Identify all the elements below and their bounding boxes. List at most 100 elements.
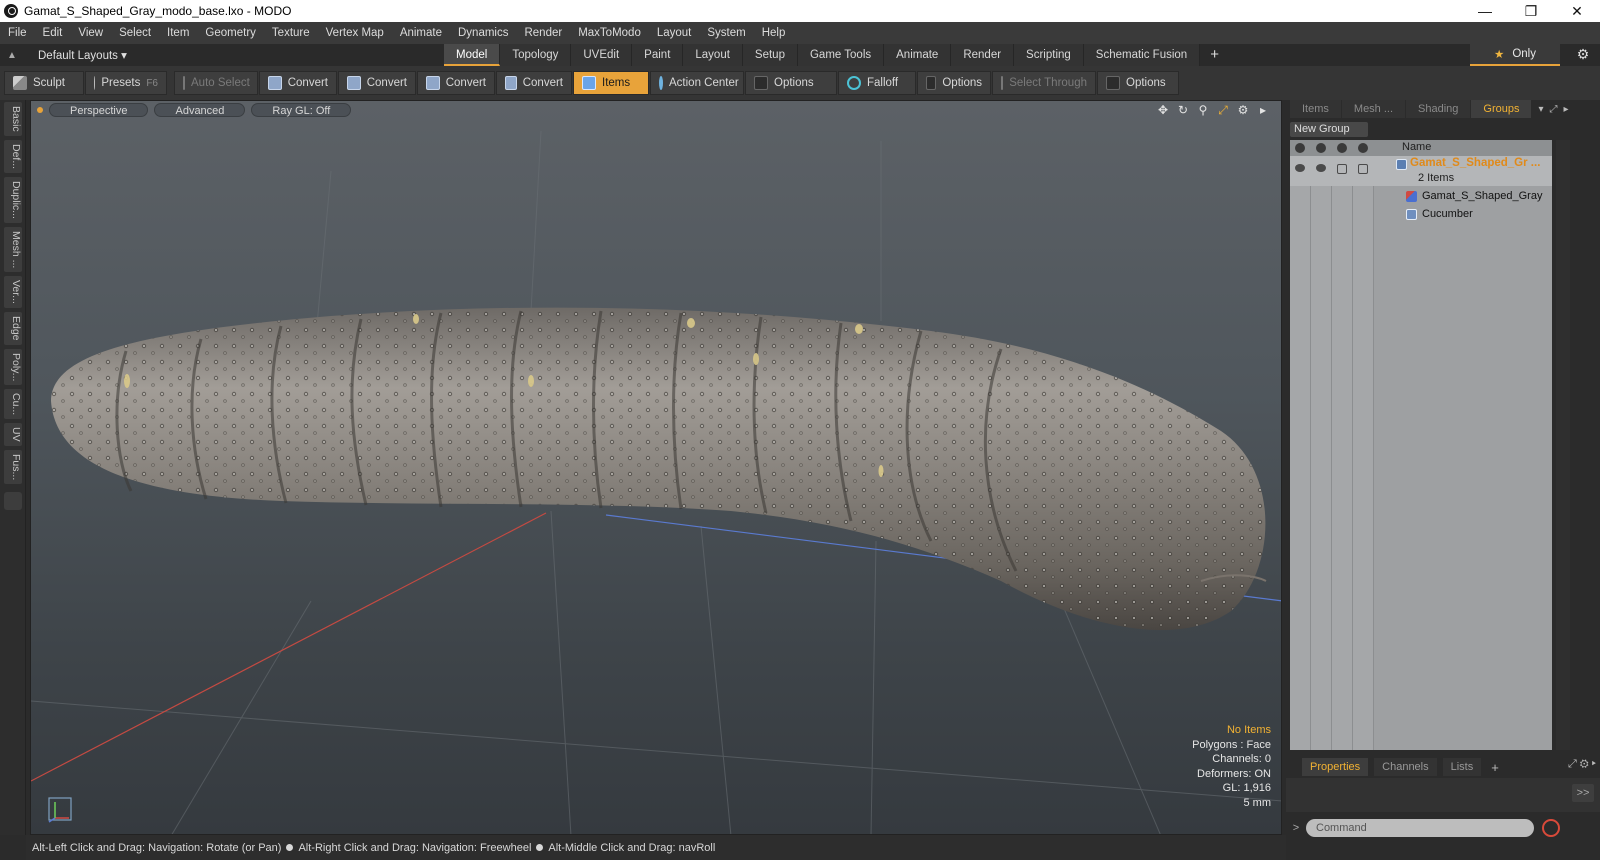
- tab-scripting[interactable]: Scripting: [1014, 44, 1084, 66]
- viewport-expand-icon[interactable]: ▸: [1255, 102, 1271, 118]
- lock-toggle-icon[interactable]: [1337, 164, 1347, 174]
- convert-materials-button[interactable]: Convert: [496, 71, 572, 95]
- menu-animate[interactable]: Animate: [392, 22, 450, 44]
- rotate-icon[interactable]: ↻: [1175, 102, 1191, 118]
- presets-button[interactable]: Presets F6: [85, 71, 167, 95]
- 3d-viewport[interactable]: Perspective Advanced Ray GL: Off ✥ ↻ ⚲ ⤢…: [30, 100, 1282, 835]
- menu-geometry[interactable]: Geometry: [197, 22, 264, 44]
- tab-game-tools[interactable]: Game Tools: [797, 44, 885, 66]
- add-tab-icon[interactable]: +: [1491, 760, 1499, 775]
- menu-file[interactable]: File: [0, 22, 35, 44]
- menu-vertex-map[interactable]: Vertex Map: [318, 22, 392, 44]
- layout-toggle-icon[interactable]: ▲: [0, 44, 24, 66]
- action-center-button[interactable]: Action Center: [650, 71, 744, 95]
- add-tab-icon[interactable]: +: [1200, 44, 1229, 66]
- render-column-icon[interactable]: [1316, 143, 1326, 153]
- menu-view[interactable]: View: [70, 22, 111, 44]
- menu-dynamics[interactable]: Dynamics: [450, 22, 516, 44]
- tab-schematic-fusion[interactable]: Schematic Fusion: [1083, 44, 1201, 66]
- gear-icon[interactable]: ⚙: [1574, 46, 1592, 64]
- menu-system[interactable]: System: [699, 22, 753, 44]
- vtab-deform[interactable]: Def...: [4, 139, 22, 173]
- panel-dropdown-icon[interactable]: ▾: [1538, 104, 1543, 115]
- falloff-options-button[interactable]: Options: [917, 71, 991, 95]
- raygl-dropdown[interactable]: Ray GL: Off: [251, 103, 352, 117]
- tab-shading[interactable]: Shading: [1406, 100, 1471, 118]
- select-through-options-button[interactable]: Options: [1097, 71, 1179, 95]
- convert-vertices-button[interactable]: Convert: [259, 71, 337, 95]
- sea-cucumber-mesh[interactable]: [51, 307, 1267, 631]
- record-macro-icon[interactable]: [1542, 819, 1560, 837]
- menu-render[interactable]: Render: [516, 22, 570, 44]
- visibility-eye-icon[interactable]: [1295, 164, 1305, 172]
- tab-layout[interactable]: Layout: [683, 44, 743, 66]
- vtab-edge[interactable]: Edge: [4, 312, 22, 345]
- visibility-column-icon[interactable]: [1295, 143, 1305, 153]
- tab-items[interactable]: Items: [1290, 100, 1341, 118]
- tab-setup[interactable]: Setup: [742, 44, 798, 66]
- tab-groups[interactable]: Groups: [1471, 100, 1532, 118]
- pan-icon[interactable]: ✥: [1155, 102, 1171, 118]
- group-child-row[interactable]: Gamat_S_Shaped_Gray: [1290, 188, 1552, 206]
- sculpt-button[interactable]: Sculpt: [4, 71, 84, 95]
- panel-maximize-icon[interactable]: ⤢: [1550, 104, 1558, 115]
- vtab-vertex[interactable]: Ver...: [4, 276, 22, 309]
- select-column-icon[interactable]: [1358, 143, 1368, 153]
- vtab-mesh[interactable]: Mesh ...: [4, 226, 22, 273]
- viewport-settings-icon[interactable]: ⚙: [1235, 102, 1251, 118]
- shading-dropdown[interactable]: Advanced: [154, 103, 246, 117]
- select-toggle-icon[interactable]: [1358, 164, 1368, 174]
- tab-render[interactable]: Render: [951, 44, 1015, 66]
- tab-channels[interactable]: Channels: [1374, 758, 1437, 776]
- auto-select-button[interactable]: Auto Select: [174, 71, 258, 95]
- action-center-options-button[interactable]: Options: [745, 71, 837, 95]
- panel-arrow-icon[interactable]: ▸: [1564, 104, 1569, 115]
- vtab-uv[interactable]: UV: [4, 423, 22, 446]
- tab-paint[interactable]: Paint: [632, 44, 684, 66]
- vtab-curve[interactable]: Cu...: [4, 388, 22, 420]
- lock-column-icon[interactable]: [1337, 143, 1347, 153]
- menu-item[interactable]: Item: [159, 22, 197, 44]
- command-input[interactable]: Command: [1306, 819, 1534, 837]
- render-toggle-icon[interactable]: [1316, 164, 1326, 172]
- vtab-duplicate[interactable]: Duplic...: [4, 176, 22, 223]
- minimize-icon[interactable]: —: [1462, 0, 1508, 22]
- vtab-polygon[interactable]: Poly...: [4, 348, 22, 385]
- tab-animate[interactable]: Animate: [884, 44, 952, 66]
- convert-edges-button[interactable]: Convert: [338, 71, 416, 95]
- tab-mesh[interactable]: Mesh ...: [1341, 100, 1406, 118]
- falloff-button[interactable]: Falloff: [838, 71, 916, 95]
- menu-help[interactable]: Help: [754, 22, 794, 44]
- zoom-icon[interactable]: ⚲: [1195, 102, 1211, 118]
- only-button[interactable]: ★ Only: [1470, 44, 1560, 66]
- convert-polygons-button[interactable]: Convert: [417, 71, 495, 95]
- group-row[interactable]: Gamat_S_Shaped_Gr ... 2 Items: [1290, 156, 1552, 186]
- menu-maxtomodo[interactable]: MaxToModo: [570, 22, 649, 44]
- layout-selector[interactable]: Default Layouts ▾: [24, 48, 134, 62]
- tab-model[interactable]: Model: [444, 44, 501, 66]
- menu-select[interactable]: Select: [111, 22, 159, 44]
- menu-layout[interactable]: Layout: [649, 22, 700, 44]
- new-group-button[interactable]: New Group: [1290, 122, 1368, 137]
- close-icon[interactable]: ✕: [1554, 0, 1600, 22]
- toolbox-toggle-button[interactable]: [4, 492, 22, 510]
- restore-icon[interactable]: ❐: [1508, 0, 1554, 22]
- vtab-basic[interactable]: Basic: [4, 102, 22, 136]
- tab-topology[interactable]: Topology: [500, 44, 572, 66]
- vtab-fusion[interactable]: Fus...: [4, 449, 22, 484]
- fit-icon[interactable]: ⤢: [1215, 102, 1231, 118]
- items-mode-button[interactable]: Items: [573, 71, 649, 95]
- groups-scrollbar[interactable]: [1556, 140, 1570, 750]
- tab-properties[interactable]: Properties: [1302, 758, 1369, 776]
- tab-uvedit[interactable]: UVEdit: [571, 44, 633, 66]
- properties-panel-icons[interactable]: ⤢ ⚙ ▸: [1568, 758, 1596, 771]
- menu-texture[interactable]: Texture: [264, 22, 318, 44]
- menu-edit[interactable]: Edit: [35, 22, 71, 44]
- viewport-menu-dot[interactable]: [37, 107, 43, 113]
- viewport-info-overlay: No Items Polygons : Face Channels: 0 Def…: [1192, 723, 1271, 810]
- select-through-button[interactable]: Select Through: [992, 71, 1096, 95]
- expand-button[interactable]: >>: [1572, 784, 1594, 802]
- view-mode-dropdown[interactable]: Perspective: [49, 103, 149, 117]
- group-child-row[interactable]: Cucumber: [1290, 206, 1552, 224]
- tab-lists[interactable]: Lists: [1442, 758, 1482, 776]
